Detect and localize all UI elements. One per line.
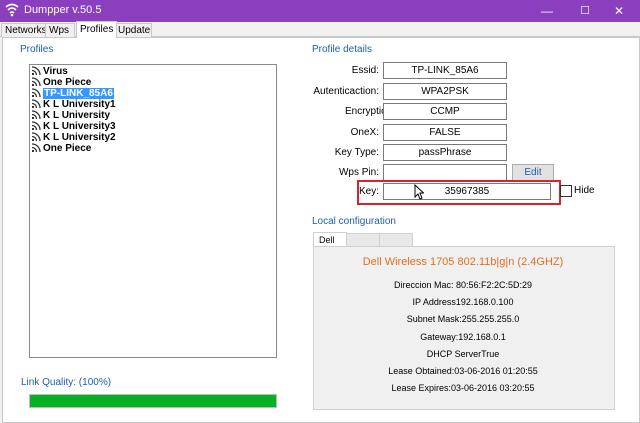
tab-dell[interactable]: Dell	[313, 232, 347, 247]
mac-address: Direccion Mac: 80:56:F2:2C:5D:29	[393, 280, 533, 290]
lease-obtained: Lease Obtained:03-06-2016 01:20:55	[388, 366, 538, 376]
link-quality-fill	[30, 395, 276, 407]
wps-pin-label: Wps Pin:	[338, 167, 379, 178]
wifi-icon	[32, 88, 41, 97]
profile-item[interactable]: K L University	[32, 110, 110, 121]
tab-wps[interactable]: Wps	[45, 23, 75, 37]
wifi-icon	[32, 77, 41, 86]
dhcp-server: DHCP ServerTrue	[426, 349, 500, 359]
profile-item[interactable]: K L University3	[32, 121, 116, 132]
title-bar: Dumpper v.50.5 — ☐ ✕	[0, 0, 640, 22]
profile-details-label: Profile details	[312, 44, 373, 55]
onex-label: OneX:	[350, 127, 379, 138]
essid-field[interactable]: TP-LINK_85A6	[383, 62, 507, 79]
essid-label: Essid:	[351, 65, 379, 76]
tab-update[interactable]: Update	[114, 23, 152, 37]
key-highlight-box	[357, 180, 561, 205]
hide-checkbox[interactable]	[560, 185, 572, 197]
profile-item-selected[interactable]: TP-LINK_85A6	[32, 88, 114, 99]
mouse-cursor-icon	[414, 184, 424, 200]
authentication-field[interactable]: WPA2PSK	[383, 83, 507, 100]
tab-networks[interactable]: Networks	[1, 23, 49, 37]
app-icon	[5, 3, 19, 17]
wifi-icon	[32, 132, 41, 141]
profile-item[interactable]: One Piece	[32, 143, 91, 154]
key-type-field[interactable]: passPhrase	[383, 144, 507, 161]
profile-item[interactable]: K L University1	[32, 99, 116, 110]
wifi-icon	[32, 110, 41, 119]
window-title: Dumpper v.50.5	[24, 4, 102, 16]
wifi-icon	[32, 121, 41, 130]
profile-item[interactable]: Virus	[32, 66, 68, 77]
key-type-label: Key Type:	[334, 147, 379, 158]
edit-button[interactable]: Edit	[512, 164, 554, 181]
tab-profiles[interactable]: Profiles	[76, 21, 117, 38]
close-button[interactable]: ✕	[598, 0, 640, 22]
subnet-mask: Subnet Mask:255.255.255.0	[406, 314, 520, 324]
profile-item[interactable]: One Piece	[32, 77, 91, 88]
local-configuration-label: Local configuration	[312, 216, 396, 227]
profiles-group-label: Profiles	[20, 44, 54, 55]
profile-item[interactable]: K L University2	[32, 132, 116, 143]
encryption-field[interactable]: CCMP	[383, 103, 507, 120]
profiles-listbox[interactable]: Virus One Piece TP-LINK_85A6 K L Univers…	[29, 64, 277, 358]
wifi-icon	[32, 66, 41, 75]
onex-field[interactable]: FALSE	[383, 124, 507, 141]
adapter-name: Dell Wireless 1705 802.11b|g|n (2.4GHZ)	[362, 256, 564, 268]
wps-pin-field[interactable]	[383, 164, 507, 181]
minimize-button[interactable]: —	[526, 0, 568, 22]
link-quality-bar	[29, 394, 277, 408]
encryption-label: Encryption:	[344, 106, 395, 117]
tab-strip: Networks Wps Profiles Update	[0, 21, 640, 38]
hide-label: Hide	[574, 185, 595, 196]
authentication-label: Autenticaction:	[313, 86, 379, 97]
ip-address: IP Address192.168.0.100	[412, 297, 514, 307]
lease-expires: Lease Expires:03-06-2016 03:20:55	[391, 383, 535, 393]
wifi-icon	[32, 99, 41, 108]
link-quality-label: Link Quality: (100%)	[21, 377, 112, 388]
profiles-panel: Profiles Virus One Piece TP-LINK_85A6 K …	[2, 37, 640, 423]
wifi-icon	[32, 143, 41, 152]
gateway: Gateway:192.168.0.1	[420, 332, 506, 342]
